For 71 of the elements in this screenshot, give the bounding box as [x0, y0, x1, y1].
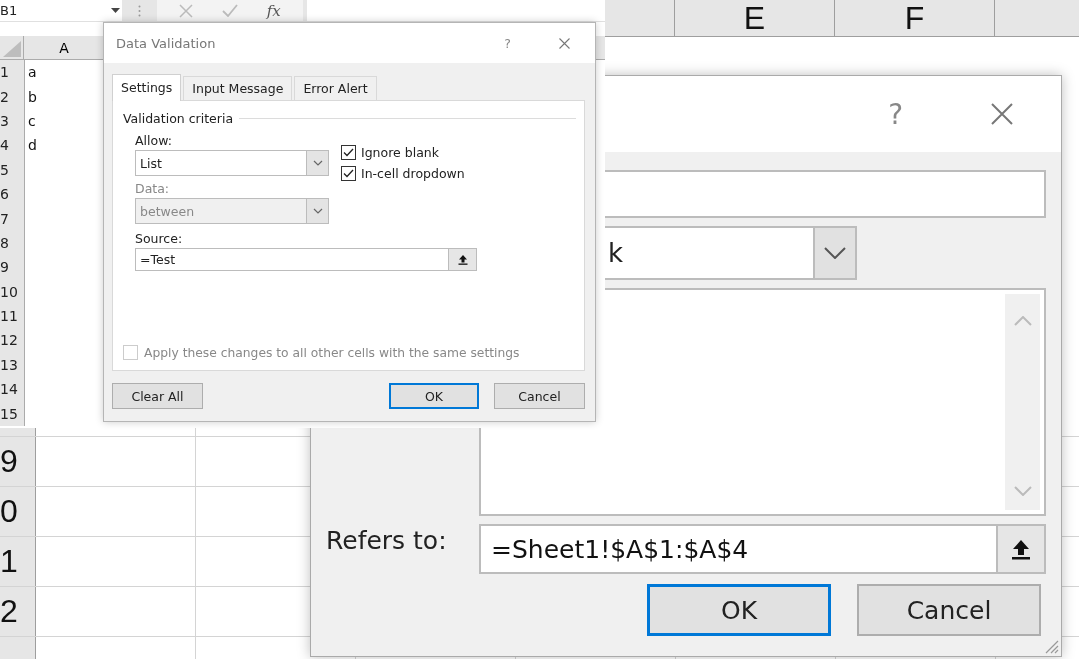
- cancel-button[interactable]: Cancel: [494, 383, 585, 409]
- column-header[interactable]: F: [835, 0, 995, 36]
- checkbox-label: Apply these changes to all other cells with the same settings: [144, 345, 520, 360]
- row-header[interactable]: 5: [0, 157, 25, 182]
- window-title: Data Validation: [116, 35, 217, 51]
- clear-all-button[interactable]: Clear All: [112, 383, 203, 409]
- scrollbar[interactable]: [1005, 294, 1040, 510]
- checkbox[interactable]: [341, 145, 356, 160]
- row-header[interactable]: [0, 428, 36, 436]
- row-header[interactable]: 1: [0, 537, 36, 586]
- insert-function-button[interactable]: fx: [266, 1, 281, 20]
- collapse-button[interactable]: [448, 249, 476, 270]
- cancel-button[interactable]: Cancel: [857, 584, 1041, 636]
- row-header[interactable]: 3: [0, 108, 25, 134]
- section-heading: Validation criteria: [123, 111, 234, 126]
- table-cell: c: [28, 112, 36, 129]
- field-label: Data:: [135, 181, 171, 196]
- field-label: Refers to:: [326, 526, 447, 555]
- field-label: Source:: [135, 231, 184, 246]
- checkmark-icon[interactable]: [222, 4, 238, 17]
- resize-grip-icon[interactable]: [1043, 638, 1059, 654]
- row-header[interactable]: 0: [0, 487, 36, 536]
- checkbox[interactable]: [341, 166, 356, 181]
- row-header[interactable]: 2: [0, 84, 25, 109]
- row-header[interactable]: 8: [0, 230, 25, 256]
- tab[interactable]: Input Message: [183, 76, 293, 100]
- field-label: Allow:: [135, 133, 173, 148]
- select-all-icon[interactable]: [3, 41, 21, 57]
- chevron-down-icon: [312, 208, 323, 214]
- table-cell: a: [28, 64, 37, 81]
- row-header[interactable]: 13: [0, 352, 25, 378]
- column-header[interactable]: E: [675, 0, 835, 36]
- row-header[interactable]: 14: [0, 377, 25, 402]
- close-icon[interactable]: [559, 37, 570, 49]
- row-header[interactable]: 15: [0, 401, 25, 426]
- row-header[interactable]: 4: [0, 133, 25, 158]
- row-header[interactable]: 12: [0, 328, 25, 353]
- help-button[interactable]: ?: [888, 97, 903, 131]
- cancel-icon[interactable]: [179, 3, 194, 18]
- ok-button[interactable]: OK: [647, 584, 831, 636]
- checkbox-label: In-cell dropdown: [361, 166, 465, 181]
- allow-dropdown[interactable]: List: [135, 150, 329, 176]
- upload-arrow-icon: [1011, 538, 1031, 560]
- close-icon[interactable]: [991, 103, 1013, 125]
- row-header[interactable]: 10: [0, 279, 25, 304]
- column-header[interactable]: A: [24, 36, 104, 59]
- ok-button[interactable]: OK: [389, 383, 479, 409]
- drag-handle-icon[interactable]: [138, 4, 141, 17]
- collapse-button[interactable]: [996, 526, 1044, 572]
- row-header[interactable]: 1: [0, 60, 25, 85]
- tab[interactable]: Error Alert: [294, 76, 377, 100]
- row-header[interactable]: 6: [0, 181, 25, 207]
- chevron-down-icon: [824, 247, 846, 259]
- checkbox-label: Ignore blank: [361, 145, 439, 160]
- dropdown-icon: [111, 8, 120, 13]
- source-field[interactable]: =Test: [135, 248, 477, 271]
- chevron-up-icon: [1013, 316, 1032, 326]
- row-header[interactable]: 7: [0, 206, 25, 231]
- chevron-down-icon: [312, 160, 323, 166]
- row-header[interactable]: 9: [0, 437, 36, 486]
- help-button[interactable]: ?: [504, 35, 511, 51]
- row-header[interactable]: 2: [0, 587, 36, 636]
- upload-arrow-icon: [457, 254, 468, 265]
- name-box[interactable]: B1: [0, 0, 122, 21]
- table-cell: d: [28, 137, 37, 154]
- row-header[interactable]: 11: [0, 303, 25, 329]
- refers-to-field[interactable]: =Sheet1!$A$1:$A$4: [479, 524, 1046, 574]
- row-header[interactable]: 9: [0, 255, 25, 280]
- tab[interactable]: Settings: [112, 74, 182, 101]
- table-cell: b: [28, 88, 37, 105]
- chevron-down-icon: [1013, 486, 1032, 496]
